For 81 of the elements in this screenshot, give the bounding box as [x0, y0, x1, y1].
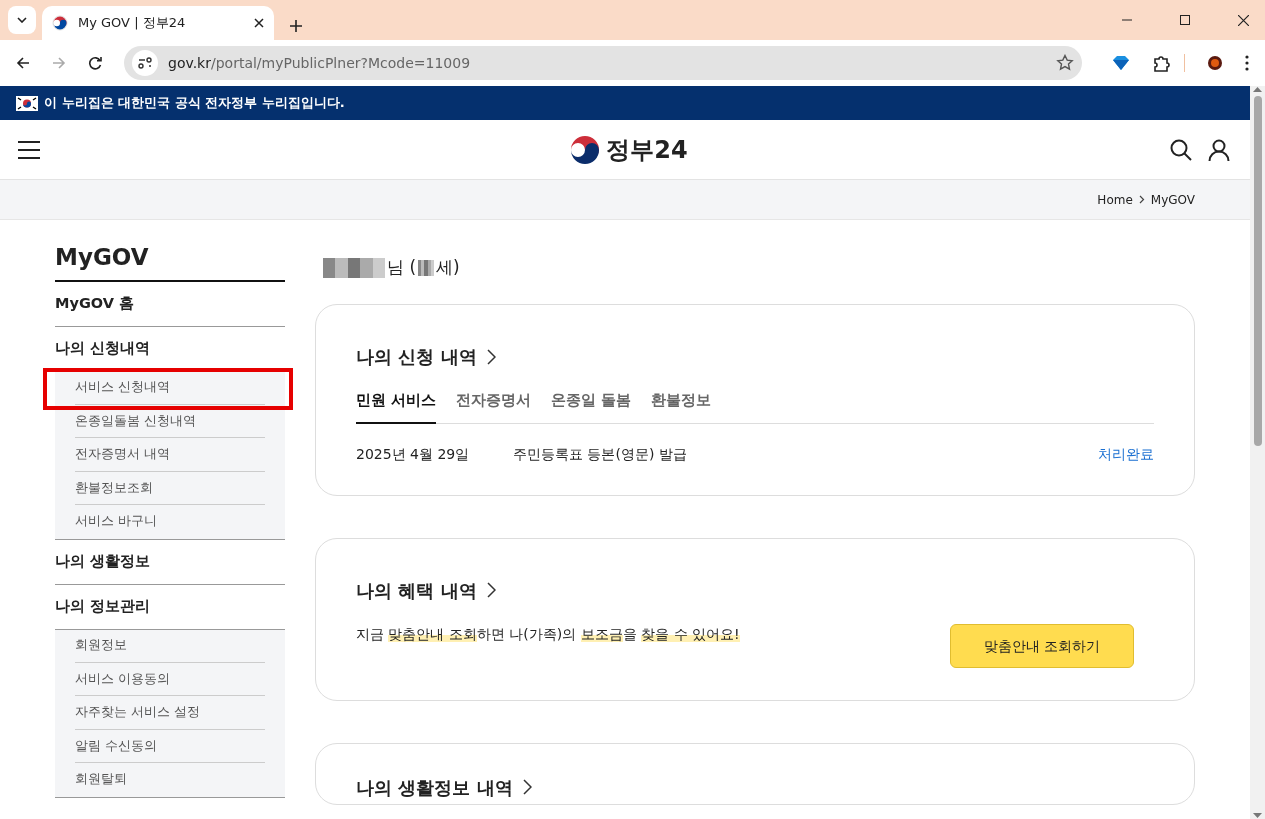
tab-title: My GOV | 정부24 [78, 14, 187, 33]
sidebar-title: MyGOV [55, 244, 285, 282]
browser-menu-button[interactable] [1245, 55, 1249, 71]
age-text: 세) [436, 256, 460, 280]
close-window-button[interactable] [1238, 14, 1249, 26]
submenu-item[interactable]: 서비스 바구니 [75, 512, 157, 532]
puzzle-icon [1152, 54, 1170, 72]
scroll-down-icon [1253, 813, 1262, 819]
close-icon [254, 18, 264, 28]
favicon-icon [52, 15, 68, 31]
maximize-icon [1180, 15, 1190, 25]
tab-list-button[interactable] [8, 6, 36, 34]
tab[interactable]: 민원 서비스 [356, 390, 437, 424]
breadcrumb-link[interactable]: MyGOV [1150, 190, 1195, 209]
reload-button[interactable] [88, 56, 102, 70]
banner-text: 이 누리집은 대한민국 공식 전자정부 누리집입니다. [44, 94, 345, 113]
close-icon [1238, 14, 1249, 26]
new-tab-button[interactable] [290, 20, 302, 32]
submenu-item[interactable]: 회원정보 [75, 636, 127, 656]
status-link[interactable]: 처리완료 [1098, 443, 1154, 465]
diamond-icon [1112, 55, 1130, 71]
extensions-button[interactable] [1152, 54, 1170, 72]
scroll-thumb[interactable] [1253, 96, 1262, 446]
chevron-right-icon[interactable] [522, 779, 532, 796]
sidebar-item[interactable]: 나의 생활정보 [55, 550, 151, 573]
minimize-icon [1122, 19, 1132, 21]
chevron-right-icon [1138, 195, 1145, 204]
search-icon [1170, 138, 1192, 161]
redacted-name [323, 258, 385, 278]
tab[interactable]: 온종일 돌봄 [551, 390, 632, 424]
site-logo[interactable]: 정부24 [570, 131, 688, 168]
extension-button[interactable] [1112, 55, 1130, 71]
lookup-button[interactable]: 맞춤안내 조회하기 [950, 623, 1134, 668]
chevron-right-icon[interactable] [486, 582, 496, 599]
section-title: 나의 신청 내역 [356, 345, 477, 369]
close-tab-button[interactable] [254, 18, 264, 28]
search-button[interactable] [1170, 138, 1192, 161]
tab[interactable]: 환불정보 [651, 390, 712, 424]
breadcrumb-link[interactable]: Home [1097, 190, 1133, 209]
sidebar-item[interactable]: 나의 정보관리 [55, 596, 151, 618]
url-text: gov.kr/portal/myPublicPlner?Mcode=11009 [168, 53, 472, 73]
user-button[interactable] [1208, 138, 1230, 161]
redacted-age [418, 260, 435, 276]
tab[interactable]: 전자증명서 [456, 390, 532, 424]
chevron-right-icon[interactable] [486, 348, 496, 365]
submenu-item[interactable]: 알림 수신동의 [75, 736, 157, 756]
person-icon [1208, 138, 1230, 161]
reload-icon [88, 56, 102, 70]
browser-tab[interactable]: My GOV | 정부24 [42, 6, 274, 40]
submenu-item[interactable]: 회원탈퇴 [75, 770, 127, 790]
honorific-text: 님 ( [387, 256, 417, 280]
star-icon[interactable] [1056, 54, 1074, 72]
flag-icon [16, 95, 38, 111]
benefit-message: 지금 맞춤안내 조회하면 나(가족)의 보조금을 찾을 수 있어요! [356, 624, 740, 644]
caret-icon [17, 17, 27, 23]
service-name: 주민등록표 등본(영문) 발급 [513, 444, 688, 464]
date-text: 2025년 4월 29일 [356, 444, 471, 464]
maximize-button[interactable] [1180, 14, 1190, 26]
submenu-item[interactable]: 온종일돌봄 신청내역 [75, 411, 196, 431]
more-icon [1245, 55, 1249, 71]
address-bar[interactable]: gov.kr/portal/myPublicPlner?Mcode=11009 [124, 46, 1082, 80]
section-title: 나의 혜택 내역 [356, 578, 477, 603]
forward-arrow-icon [52, 56, 66, 70]
sidebar-item[interactable]: MyGOV 홈 [55, 292, 134, 315]
section-title: 나의 생활정보 내역 [356, 775, 513, 800]
submenu-item[interactable]: 서비스 신청내역 [75, 378, 170, 398]
menu-button[interactable] [18, 140, 40, 159]
emblem-icon [570, 134, 601, 165]
submenu-item[interactable]: 자주찾는 서비스 설정 [75, 703, 200, 722]
scrollbar[interactable] [1250, 86, 1265, 819]
plus-icon [290, 20, 302, 32]
submenu-item[interactable]: 환불정보조회 [75, 478, 153, 498]
profile-button[interactable] [1207, 55, 1223, 71]
site-info-icon[interactable] [132, 50, 158, 76]
back-arrow-icon [16, 56, 30, 70]
submenu-item[interactable]: 서비스 이용동의 [75, 669, 170, 689]
avatar-icon [1207, 55, 1223, 71]
submenu-item[interactable]: 전자증명서 내역 [75, 445, 170, 464]
menu-icon [18, 140, 40, 159]
sidebar-item[interactable]: 나의 신청내역 [55, 338, 151, 360]
back-button[interactable] [16, 56, 30, 70]
